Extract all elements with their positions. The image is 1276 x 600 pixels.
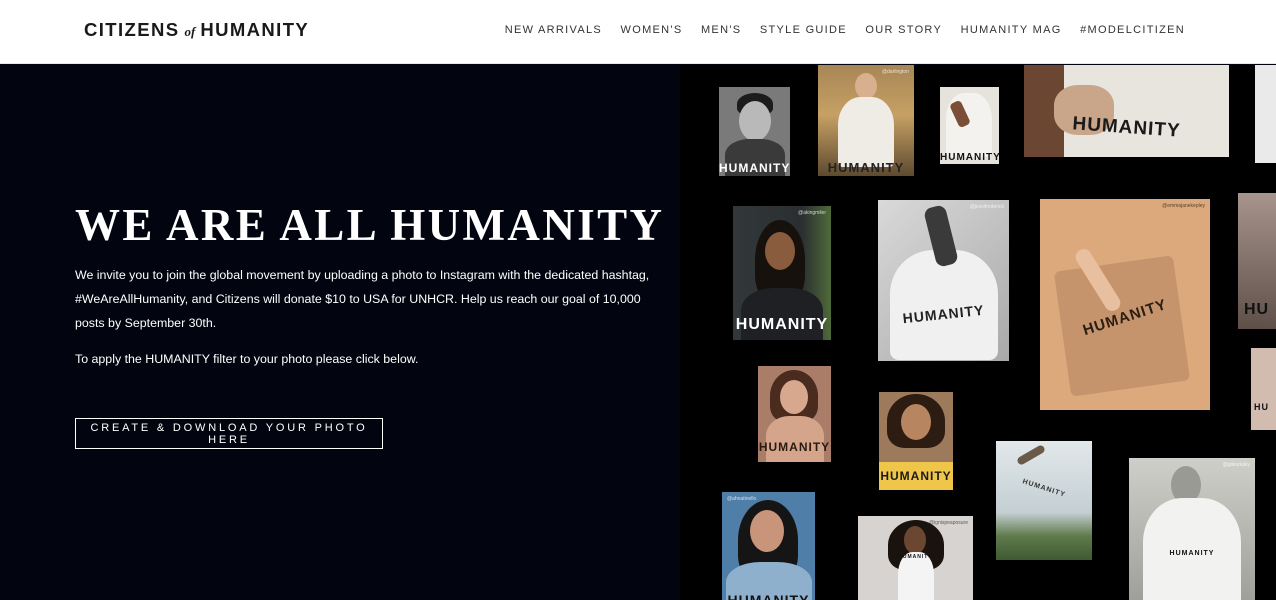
- instagram-handle: @ignispeaposure: [929, 520, 968, 526]
- main-nav: NEW ARRIVALS WOMEN'S MEN'S STYLE GUIDE O…: [486, 24, 1185, 36]
- instagram-collage: HUMANITY @darlington HUMANITY HUMANITY H…: [680, 65, 1276, 600]
- logo-word-of: of: [184, 24, 196, 39]
- collage-photo[interactable]: @jessifrederick HUMANITY: [878, 200, 1009, 361]
- nav-modelcitizen[interactable]: #MODELCITIZEN: [1080, 24, 1185, 36]
- humanity-overlay-text: HUMANITY: [898, 554, 933, 560]
- humanity-overlay-text: HU: [1244, 301, 1270, 318]
- collage-photo[interactable]: [1255, 65, 1276, 163]
- hero-intro-paragraph: We invite you to join the global movemen…: [75, 268, 650, 330]
- nav-womens[interactable]: WOMEN'S: [621, 24, 683, 36]
- site-logo[interactable]: CITIZENS of HUMANITY: [84, 19, 309, 43]
- collage-photo[interactable]: @gilesduley HUMANITY: [1129, 458, 1255, 600]
- humanity-overlay-text: HUMANITY: [719, 161, 790, 175]
- humanity-overlay-text: HUMANITY: [827, 160, 905, 175]
- collage-photo[interactable]: HUMANITY: [879, 392, 953, 490]
- humanity-overlay-text: HUMANITY: [727, 592, 810, 600]
- nav-our-story[interactable]: OUR STORY: [865, 24, 942, 36]
- collage-photo[interactable]: HU: [1238, 193, 1276, 329]
- collage-photo[interactable]: @ahnatinello HUMANITY: [722, 492, 815, 600]
- instagram-handle: @ahnatinello: [727, 496, 757, 502]
- logo-word-humanity: HUMANITY: [200, 19, 310, 40]
- humanity-overlay-text: HUMANITY: [735, 316, 829, 333]
- collage-photo[interactable]: HUMANITY: [758, 366, 831, 462]
- humanity-overlay-text: HUMANITY: [1169, 550, 1215, 557]
- humanity-overlay-text: HU: [1254, 402, 1269, 412]
- instagram-handle: @jessifrederick: [969, 204, 1004, 210]
- collage-photo[interactable]: @akingmiler HUMANITY: [733, 206, 831, 340]
- nav-mens[interactable]: MEN'S: [701, 24, 741, 36]
- site-header: CITIZENS of HUMANITY NEW ARRIVALS WOMEN'…: [0, 0, 1276, 64]
- instagram-handle: @darlington: [881, 69, 909, 75]
- collage-photo[interactable]: HU: [1251, 348, 1276, 430]
- instagram-handle: @akingmiler: [798, 210, 826, 216]
- humanity-overlay-text: HUMANITY: [758, 440, 831, 454]
- hero-filter-paragraph: To apply the HUMANITY filter to your pho…: [75, 352, 419, 366]
- collage-photo[interactable]: HUMANITY: [940, 87, 999, 164]
- nav-style-guide[interactable]: STYLE GUIDE: [760, 24, 847, 36]
- logo-word-citizens: CITIZENS: [84, 19, 180, 40]
- collage-photo[interactable]: HUMANITY: [1024, 65, 1229, 157]
- collage-photo[interactable]: @darlington HUMANITY: [818, 65, 914, 176]
- collage-photo[interactable]: @ignispeaposure HUMANITY: [858, 516, 973, 600]
- nav-humanity-mag[interactable]: HUMANITY MAG: [961, 24, 1062, 36]
- collage-photo[interactable]: HUMANITY: [996, 441, 1092, 560]
- hero-title: WE ARE ALL HUMANITY: [75, 200, 665, 250]
- humanity-overlay-text: HUMANITY: [1021, 478, 1067, 499]
- create-download-photo-button[interactable]: CREATE & DOWNLOAD YOUR PHOTO HERE: [75, 418, 383, 449]
- collage-photo[interactable]: HUMANITY: [719, 87, 790, 176]
- nav-new-arrivals[interactable]: NEW ARRIVALS: [505, 24, 602, 36]
- collage-photo[interactable]: @emmajanekepley HUMANITY: [1040, 199, 1210, 410]
- hero-section: WE ARE ALL HUMANITY We invite you to joi…: [0, 65, 680, 600]
- humanity-overlay-text: HUMANITY: [940, 152, 999, 163]
- humanity-overlay-text: HUMANITY: [880, 469, 952, 483]
- instagram-handle: @gilesduley: [1222, 462, 1250, 468]
- instagram-handle: @emmajanekepley: [1162, 203, 1205, 209]
